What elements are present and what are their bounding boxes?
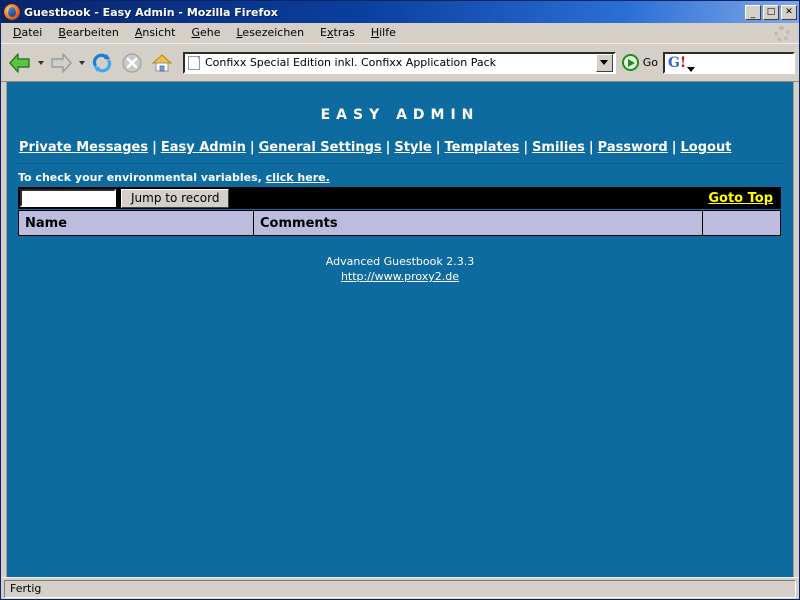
nav-separator: | [435,140,441,155]
nav-link-smilies[interactable]: Smilies [532,140,585,155]
column-header-name[interactable]: Name [18,210,254,236]
go-arrow-icon [621,54,639,71]
page-icon [188,55,200,70]
forward-button[interactable] [46,48,76,78]
nav-link-style[interactable]: Style [394,140,431,155]
environmental-variables-notice: To check your environmental variables, c… [18,171,793,184]
window-title: Guestbook - Easy Admin - Mozilla Firefox [24,5,278,19]
jump-to-record-button[interactable]: Jump to record [121,188,230,208]
stop-button[interactable] [117,48,147,78]
status-bar: Fertig [1,577,799,599]
nav-link-logout[interactable]: Logout [681,140,732,155]
close-icon: ✕ [785,6,793,17]
back-button[interactable] [5,48,35,78]
url-bar[interactable]: Confixx Special Edition inkl. Confixx Ap… [183,51,616,74]
menu-hilfe[interactable]: Hilfe [364,24,403,41]
viewport-right-edge [793,82,799,577]
browser-viewport: EASY ADMIN Private Messages | Easy Admin | G… [1,81,799,577]
home-icon [151,53,173,71]
nav-link-private-messages[interactable]: Private Messages [19,140,148,155]
search-input[interactable]: G! [663,51,795,74]
firefox-icon [4,4,20,20]
back-arrow-icon [9,52,30,73]
nav-link-password[interactable]: Password [598,140,668,155]
go-label: Go [642,56,658,69]
forward-dropdown-button[interactable] [76,48,87,78]
page-title: EASY ADMIN [320,107,480,123]
menu-lesezeichen[interactable]: Lesezeichen [229,24,311,41]
menu-gehe[interactable]: Gehe [184,24,227,41]
menu-extras[interactable]: Extras [313,24,362,41]
throbber-icon [774,26,790,42]
minimize-button[interactable]: _ [745,4,761,20]
google-g-logo: G! [668,54,687,71]
page-content: EASY ADMIN Private Messages | Easy Admin | G… [7,82,793,577]
nav-link-general-settings[interactable]: General Settings [259,140,382,155]
forward-arrow-icon [51,52,72,73]
minimize-icon: _ [750,8,756,19]
footer-link[interactable]: http://www.proxy2.de [341,270,459,283]
menu-datei[interactable]: Datei [6,24,49,41]
nav-separator: | [671,140,677,155]
table-header-row: Name Comments [18,210,781,236]
chevron-down-icon [37,60,44,65]
nav-separator: | [588,140,594,155]
browser-window: Guestbook - Easy Admin - Mozilla Firefox… [0,0,800,600]
home-button[interactable] [147,48,177,78]
url-dropdown-button[interactable] [595,53,613,72]
menu-ansicht[interactable]: Ansicht [128,24,183,41]
menu-bar: Datei Bearbeiten Ansicht Gehe Lesezeiche… [1,23,799,43]
go-button[interactable]: Go [620,54,663,71]
reload-button[interactable] [87,48,117,78]
status-text: Fertig [4,579,796,598]
nav-link-easy-admin[interactable]: Easy Admin [161,140,246,155]
column-header-actions [702,210,781,236]
maximize-icon: □ [766,6,776,17]
jump-record-input[interactable] [20,189,116,207]
maximize-button[interactable]: □ [763,4,779,20]
nav-separator: | [385,140,391,155]
window-controls: _ □ ✕ [745,4,797,20]
chevron-down-icon [600,60,609,65]
stop-icon [122,52,142,73]
close-button[interactable]: ✕ [781,4,797,20]
nav-separator: | [523,140,529,155]
nav-separator: | [152,140,157,155]
column-header-comments[interactable]: Comments [253,210,703,236]
goto-top-link[interactable]: Goto Top [708,191,777,206]
back-dropdown-button[interactable] [35,48,46,78]
footer-version: Advanced Guestbook 2.3.3 [325,255,475,268]
guestbook-table: Name Comments [18,210,781,236]
nav-link-templates[interactable]: Templates [445,140,520,155]
env-text: To check your environmental variables, [18,171,266,184]
main-navigation: Private Messages | Easy Admin | General Sett… [7,140,793,155]
title-bar: Guestbook - Easy Admin - Mozilla Firefox… [1,1,799,23]
page-footer: Advanced Guestbook 2.3.3 http://www.prox… [7,254,793,284]
jump-to-record-bar: Jump to record Goto Top [18,187,781,209]
menu-bearbeiten[interactable]: Bearbeiten [51,24,125,41]
nav-divider [17,163,785,164]
navigation-toolbar: Confixx Special Edition inkl. Confixx Ap… [1,43,799,81]
chevron-down-icon [78,60,85,65]
table-head: Name Comments [18,210,781,236]
url-input[interactable]: Confixx Special Edition inkl. Confixx Ap… [205,56,596,69]
reload-icon [92,53,112,72]
search-engine-dropdown-icon[interactable] [687,66,696,72]
env-click-here-link[interactable]: click here. [266,171,330,184]
nav-separator: | [249,140,255,155]
